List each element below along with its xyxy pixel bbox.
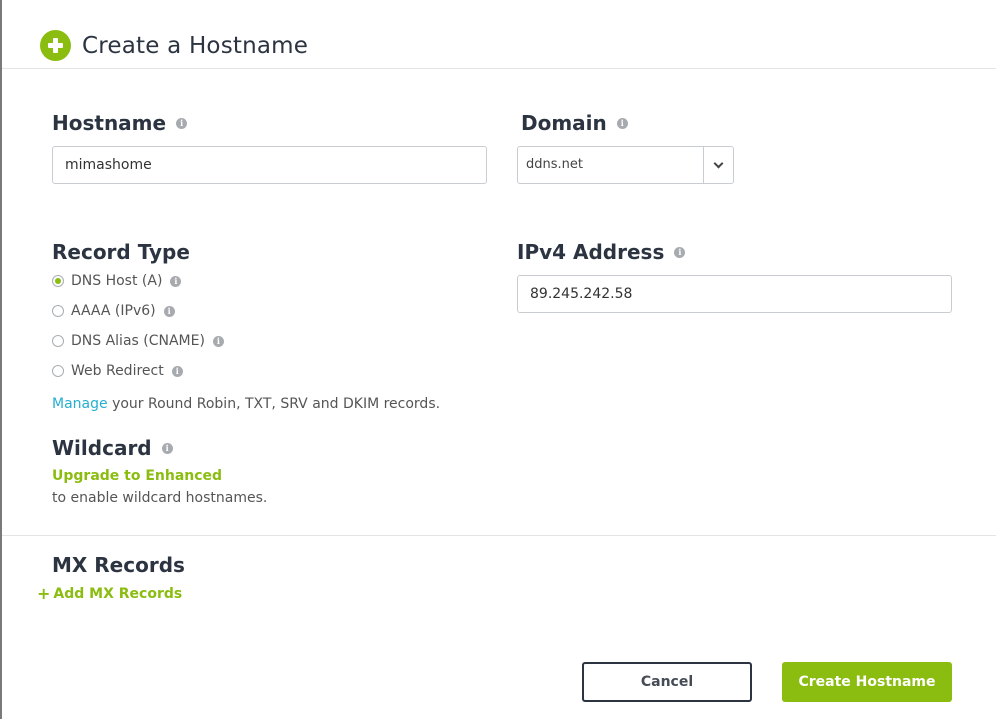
radio-label: DNS Host (A) bbox=[71, 273, 163, 289]
radio-label: DNS Alias (CNAME) bbox=[71, 333, 205, 349]
info-icon[interactable]: i bbox=[176, 117, 188, 129]
info-icon[interactable]: i bbox=[171, 365, 183, 377]
info-icon[interactable]: i bbox=[674, 246, 686, 258]
plus-circle-icon bbox=[40, 30, 71, 61]
domain-select-value: ddns.net bbox=[526, 157, 583, 172]
radio-button[interactable] bbox=[52, 335, 64, 347]
manage-link[interactable]: Manage bbox=[52, 396, 108, 412]
domain-select[interactable]: ddns.net bbox=[517, 146, 734, 184]
plus-icon: + bbox=[37, 584, 51, 603]
radio-aaaa-ipv6[interactable]: AAAA (IPv6) i bbox=[52, 303, 175, 319]
domain-label-text: Domain bbox=[521, 111, 607, 135]
radio-dns-host-a[interactable]: DNS Host (A) i bbox=[52, 273, 182, 289]
radio-label: AAAA (IPv6) bbox=[71, 303, 156, 319]
section-divider bbox=[2, 535, 996, 536]
radio-button[interactable] bbox=[52, 305, 64, 317]
hostname-label: Hostname i bbox=[52, 111, 188, 135]
chevron-down-icon bbox=[713, 158, 724, 169]
info-icon[interactable]: i bbox=[161, 442, 173, 454]
info-icon[interactable]: i bbox=[170, 275, 182, 287]
wildcard-description: to enable wildcard hostnames. bbox=[52, 490, 268, 506]
ipv4-input[interactable] bbox=[517, 275, 952, 313]
add-mx-records-link[interactable]: + Add MX Records bbox=[37, 584, 183, 603]
domain-label: Domain i bbox=[521, 111, 628, 135]
record-type-label: Record Type bbox=[52, 240, 190, 264]
radio-label: Web Redirect bbox=[71, 363, 164, 379]
info-icon[interactable]: i bbox=[616, 117, 628, 129]
upgrade-to-enhanced-link[interactable]: Upgrade to Enhanced bbox=[52, 468, 222, 484]
wildcard-label: Wildcard i bbox=[52, 436, 173, 460]
wildcard-label-text: Wildcard bbox=[52, 436, 152, 460]
hostname-input[interactable] bbox=[52, 146, 487, 184]
mx-records-label-text: MX Records bbox=[52, 553, 185, 577]
page-title: Create a Hostname bbox=[82, 32, 309, 59]
window-edge bbox=[0, 0, 2, 719]
radio-button[interactable] bbox=[52, 275, 64, 287]
info-icon[interactable]: i bbox=[163, 305, 175, 317]
cancel-button[interactable]: Cancel bbox=[582, 662, 752, 702]
manage-description: your Round Robin, TXT, SRV and DKIM reco… bbox=[107, 396, 441, 412]
radio-web-redirect[interactable]: Web Redirect i bbox=[52, 363, 183, 379]
manage-records-text: Manage your Round Robin, TXT, SRV and DK… bbox=[52, 396, 440, 412]
ipv4-label-text: IPv4 Address bbox=[517, 240, 665, 264]
record-type-label-text: Record Type bbox=[52, 240, 190, 264]
hostname-label-text: Hostname bbox=[52, 111, 167, 135]
modal-header: Create a Hostname bbox=[40, 30, 308, 61]
info-icon[interactable]: i bbox=[212, 335, 224, 347]
add-mx-records-label: Add MX Records bbox=[53, 586, 183, 602]
mx-records-label: MX Records bbox=[52, 553, 185, 577]
create-hostname-button[interactable]: Create Hostname bbox=[782, 662, 952, 702]
radio-button[interactable] bbox=[52, 365, 64, 377]
header-divider bbox=[2, 68, 996, 69]
radio-dns-alias-cname[interactable]: DNS Alias (CNAME) i bbox=[52, 333, 224, 349]
domain-dropdown-button[interactable] bbox=[703, 147, 733, 183]
ipv4-label: IPv4 Address i bbox=[517, 240, 686, 264]
